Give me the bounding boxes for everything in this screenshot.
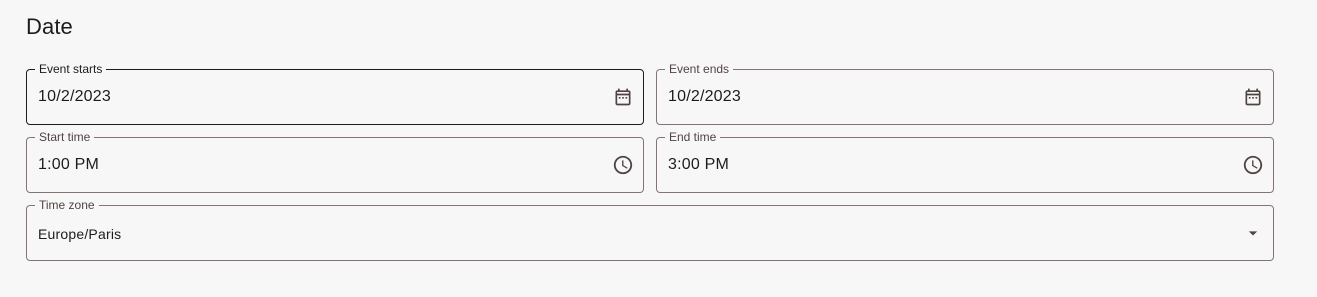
start-time-field[interactable]: Start time 1:00 PM <box>26 130 644 193</box>
start-time-value[interactable]: 1:00 PM <box>38 155 99 175</box>
dropdown-arrow-icon[interactable] <box>1242 222 1264 244</box>
section-title: Date <box>26 14 73 39</box>
time-zone-value[interactable]: Europe/Paris <box>38 224 121 244</box>
time-zone-label: Time zone <box>35 198 99 212</box>
end-time-field[interactable]: End time 3:00 PM <box>656 130 1274 193</box>
clock-icon[interactable] <box>612 154 634 176</box>
event-ends-value[interactable]: 10/2/2023 <box>668 87 741 107</box>
start-time-label: Start time <box>35 130 95 144</box>
calendar-icon[interactable] <box>1242 86 1264 108</box>
event-starts-field[interactable]: Event starts 10/2/2023 <box>26 62 644 125</box>
clock-icon[interactable] <box>1242 154 1264 176</box>
end-time-value[interactable]: 3:00 PM <box>668 155 729 175</box>
end-time-label: End time <box>665 130 721 144</box>
time-zone-select[interactable]: Time zone Europe/Paris <box>26 198 1274 261</box>
event-starts-label: Event starts <box>35 62 107 76</box>
calendar-icon[interactable] <box>612 86 634 108</box>
event-ends-field[interactable]: Event ends 10/2/2023 <box>656 62 1274 125</box>
event-ends-label: Event ends <box>665 62 734 76</box>
date-section: Date Event starts 10/2/2023 Event ends 1… <box>0 0 1317 297</box>
event-starts-value[interactable]: 10/2/2023 <box>38 87 111 107</box>
